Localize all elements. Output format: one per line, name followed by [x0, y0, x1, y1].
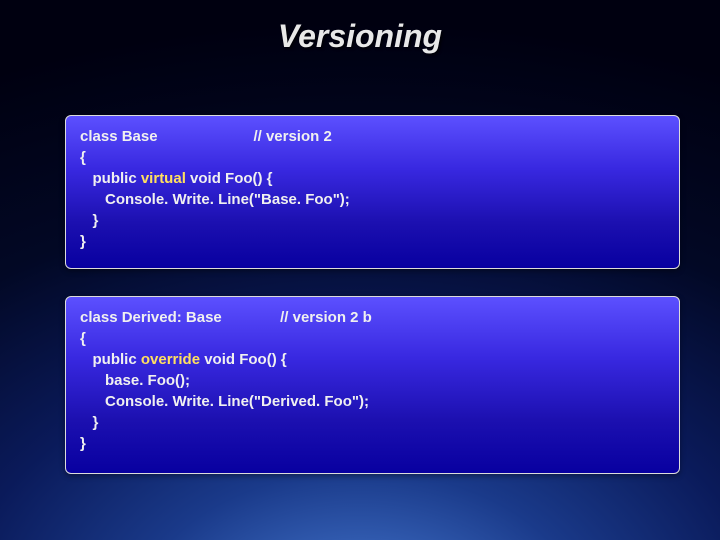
code-line: }	[80, 212, 98, 229]
code-comment: // version 2	[253, 128, 331, 145]
code-line: class Derived: Base	[80, 309, 222, 326]
code-line: base. Foo();	[80, 372, 190, 389]
code-line: public	[80, 351, 141, 368]
slide-title: Versioning	[0, 18, 720, 55]
code-line: Console. Write. Line("Base. Foo");	[80, 191, 350, 208]
code-line: }	[80, 414, 98, 431]
code-line: {	[80, 149, 86, 166]
code-line: void Foo() {	[200, 351, 287, 368]
keyword-virtual: virtual	[141, 170, 186, 187]
code-line: void Foo() {	[186, 170, 273, 187]
code-box-derived: class Derived: Base // version 2 b { pub…	[65, 296, 680, 474]
code-line: {	[80, 330, 86, 347]
code-box-base: class Base // version 2 { public virtual…	[65, 115, 680, 269]
keyword-override: override	[141, 351, 200, 368]
code-line: Console. Write. Line("Derived. Foo");	[80, 393, 369, 410]
code-comment: // version 2 b	[280, 309, 372, 326]
code-line: }	[80, 435, 86, 452]
code-line: public	[80, 170, 141, 187]
code-line: class Base	[80, 128, 158, 145]
code-line: }	[80, 233, 86, 250]
